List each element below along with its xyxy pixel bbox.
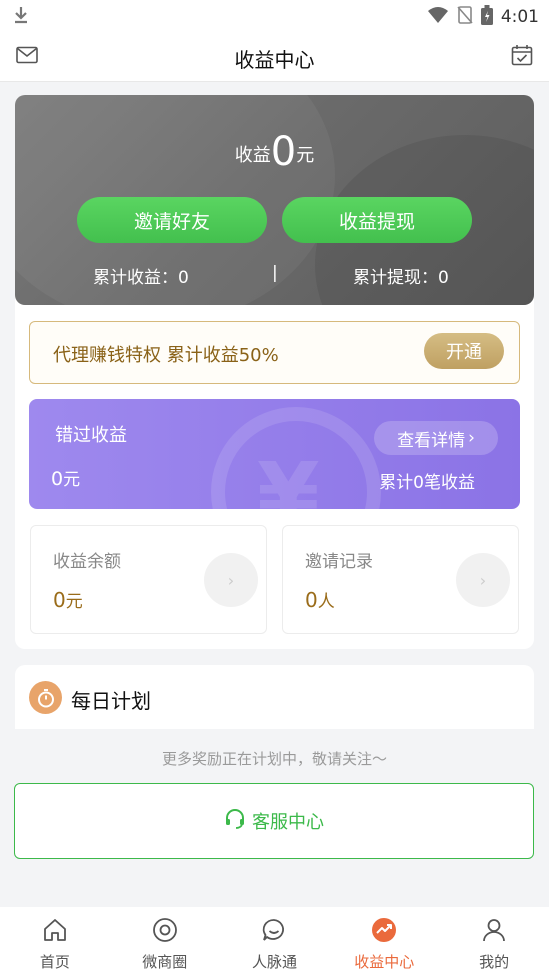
daily-plan-section[interactable]: 每日计划 — [15, 665, 534, 729]
page-title: 收益中心 — [234, 48, 315, 72]
more-rewards-note: 更多奖励正在计划中，敬请关注～ — [161, 750, 387, 768]
battery-icon — [480, 5, 493, 29]
tab-label: 首页 — [39, 953, 70, 971]
tab-profile[interactable]: 我的 — [439, 907, 549, 976]
bottom-tab-bar: 首页 微商圈 人脉通 收益中心 我的 — [0, 907, 549, 976]
user-icon — [481, 917, 507, 947]
trend-icon — [371, 917, 397, 947]
balance-box[interactable]: 收益余额 0元 › — [30, 525, 267, 634]
tab-label: 人脉通 — [251, 953, 297, 971]
chat-icon — [261, 917, 287, 947]
stopwatch-icon — [29, 681, 62, 714]
invite-friends-button[interactable]: 邀请好友 — [77, 197, 267, 243]
balance-value: 0元 — [53, 588, 83, 612]
view-details-button[interactable]: 查看详情 › — [374, 421, 498, 455]
app-bar: 收益中心 — [0, 32, 549, 82]
earnings-label: 收益 — [234, 145, 271, 166]
tab-circle[interactable]: 微商圈 — [110, 907, 220, 976]
balance-label: 收益余额 — [53, 552, 121, 572]
tab-contacts[interactable]: 人脉通 — [220, 907, 330, 976]
daily-plan-title: 每日计划 — [71, 689, 151, 713]
chevron-right-icon[interactable]: › — [204, 553, 258, 607]
home-icon — [42, 917, 68, 947]
earnings-unit: 元 — [296, 145, 315, 166]
wifi-icon — [427, 6, 449, 28]
invite-records-value: 0人 — [305, 588, 335, 612]
total-withdrawals: 累计提现：0 — [353, 268, 449, 288]
stats-separator: | — [272, 263, 278, 283]
invite-records-label: 邀请记录 — [305, 552, 373, 572]
chevron-right-icon[interactable]: › — [456, 553, 510, 607]
earnings-card: 收益0元 邀请好友 收益提现 累计收益：0 | 累计提现：0 代理赚钱特权 累计… — [15, 95, 534, 649]
tab-label: 微商圈 — [142, 953, 188, 971]
withdraw-button[interactable]: 收益提现 — [282, 197, 472, 243]
no-sim-icon — [457, 6, 473, 28]
tab-label: 收益中心 — [354, 953, 415, 971]
activate-button[interactable]: 开通 — [424, 333, 504, 369]
customer-service-button[interactable]: 客服中心 — [14, 783, 534, 859]
headset-icon — [224, 808, 246, 835]
download-icon — [12, 5, 30, 29]
earnings-total: 收益0元 — [15, 129, 534, 175]
tab-earnings[interactable]: 收益中心 — [329, 907, 439, 976]
circle-icon — [152, 917, 178, 947]
earnings-value: 0 — [270, 129, 297, 175]
chevron-right-icon: › — [468, 428, 475, 448]
agent-privilege-banner[interactable]: 代理赚钱特权 累计收益50% 开通 — [29, 321, 520, 384]
invite-records-box[interactable]: 邀请记录 0人 › — [282, 525, 519, 634]
total-earnings: 累计收益：0 — [93, 268, 189, 288]
calendar-check-icon[interactable] — [511, 44, 533, 70]
customer-service-label: 客服中心 — [252, 812, 324, 833]
earnings-hero: 收益0元 邀请好友 收益提现 累计收益：0 | 累计提现：0 — [15, 95, 534, 305]
agent-privilege-text: 代理赚钱特权 累计收益50% — [53, 345, 279, 366]
tab-label: 我的 — [479, 953, 510, 971]
status-bar: 4:01 — [0, 0, 549, 32]
missed-earnings-amount: 0元 — [51, 468, 81, 490]
missed-earnings-title: 错过收益 — [55, 425, 127, 446]
clock: 4:01 — [500, 7, 539, 27]
missed-earnings-count: 累计0笔收益 — [379, 473, 475, 493]
missed-earnings-panel: ¥ 错过收益 0元 查看详情 › 累计0笔收益 — [29, 399, 520, 509]
tab-home[interactable]: 首页 — [0, 907, 110, 976]
